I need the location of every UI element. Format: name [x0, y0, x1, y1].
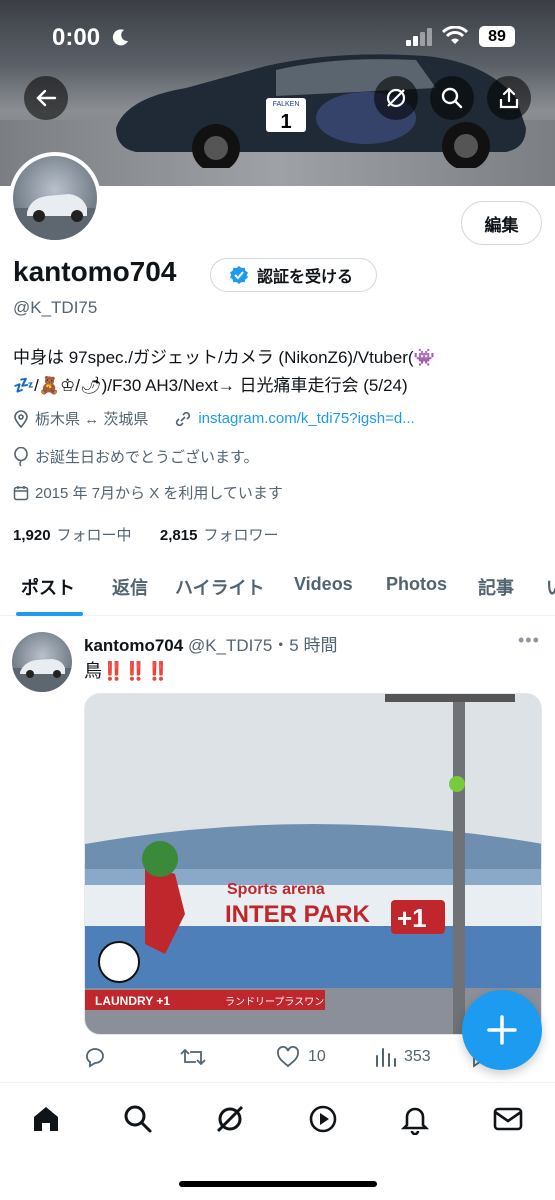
search-button[interactable]: [430, 76, 474, 120]
svg-text:FALKEN: FALKEN: [273, 101, 300, 108]
svg-text:1: 1: [280, 111, 291, 133]
tab-highlights[interactable]: ハイライト: [175, 574, 265, 600]
svg-text:+1: +1: [397, 903, 427, 933]
svg-text:Sports arena: Sports arena: [227, 881, 325, 898]
home-icon[interactable]: [30, 1103, 62, 1135]
repost-icon: [180, 1048, 206, 1066]
compose-icon: [487, 1015, 517, 1045]
get-verified-button[interactable]: 認証を受ける: [210, 258, 377, 292]
like-icon: [277, 1046, 299, 1068]
post-photo: LAUNDRY +1 ランドリープラスワン Sports arena INTER…: [85, 694, 541, 1034]
views-button[interactable]: 353: [374, 1046, 431, 1068]
svg-text:LAUNDRY +1: LAUNDRY +1: [95, 994, 170, 1008]
birthday-text: お誕生日おめでとうございます。: [35, 449, 259, 466]
back-arrow-icon: [36, 89, 57, 107]
svg-text:INTER PARK: INTER PARK: [225, 901, 371, 928]
battery-level: 89: [479, 26, 515, 47]
display-name: kantomo704: [13, 256, 177, 287]
post-avatar-car-image: [12, 659, 72, 692]
status-bar: 0:00 89: [0, 0, 555, 72]
messages-icon[interactable]: [492, 1103, 524, 1135]
share-button[interactable]: [487, 76, 531, 120]
post-more-button[interactable]: •••: [518, 630, 540, 651]
reply-button[interactable]: [84, 1046, 108, 1068]
link-icon: [176, 411, 191, 426]
follow-counts: 1,920 フォロー中 2,815 フォロワー: [13, 524, 278, 545]
home-indicator: [179, 1181, 377, 1187]
tab-articles[interactable]: 記事: [478, 574, 514, 600]
bio-line-1: 中身は 97spec./ガジェット/カメラ (NikonZ6)/Vtuber(👾: [13, 348, 435, 367]
cellular-signal-icon: [406, 28, 432, 46]
profile-meta-joined: 2015 年 7月から X を利用しています: [13, 482, 283, 503]
bio-line-2: 💤/🧸♔/🌶)/F30 AH3/Next→ 日光痛車走行会 (5/24): [13, 376, 408, 395]
post-meta: @K_TDI75・5 時間: [187, 636, 338, 655]
post-image[interactable]: LAUNDRY +1 ランドリープラスワン Sports arena INTER…: [84, 693, 542, 1035]
share-icon: [499, 87, 519, 109]
repost-button[interactable]: [180, 1046, 206, 1068]
avatar-car-image: [13, 194, 97, 240]
tab-replies[interactable]: 返信: [112, 574, 148, 600]
verified-badge-icon: [230, 266, 248, 284]
following-link[interactable]: 1,920 フォロー中: [13, 527, 132, 544]
balloon-icon: [14, 446, 28, 466]
location-text: 栃木県 ↔ 茨城県: [35, 411, 149, 428]
tab-more[interactable]: い: [546, 574, 555, 600]
profile-meta-birthday: お誕生日おめでとうございます。: [13, 446, 259, 467]
grok-button[interactable]: [374, 76, 418, 120]
profile-meta-location-link: 栃木県 ↔ 茨城県 instagram.com/k_tdi75?igsh=d..…: [13, 408, 415, 429]
calendar-icon: [13, 485, 29, 500]
post-header: kantomo704 @K_TDI75・5 時間: [84, 631, 337, 656]
reply-icon: [86, 1048, 104, 1068]
post-text: 鳥‼️‼️‼️: [84, 661, 170, 681]
edit-profile-button[interactable]: 編集: [461, 201, 542, 245]
views-icon: [376, 1048, 396, 1067]
svg-text:ランドリープラスワン: ランドリープラスワン: [225, 996, 324, 1008]
post-author[interactable]: kantomo704: [84, 636, 183, 655]
tab-posts[interactable]: ポスト: [21, 574, 75, 600]
like-button[interactable]: 10: [276, 1046, 326, 1068]
location-icon: [14, 409, 28, 428]
profile-bio: 中身は 97spec./ガジェット/カメラ (NikonZ6)/Vtuber(👾…: [13, 344, 543, 400]
profile-avatar[interactable]: [9, 152, 101, 244]
wifi-icon: [442, 26, 468, 44]
profile-tabs: ポスト 返信 ハイライト Videos Photos 記事 い: [0, 560, 555, 616]
get-verified-label: 認証を受ける: [257, 269, 354, 286]
notifications-icon[interactable]: [399, 1103, 431, 1135]
grok-icon: [386, 88, 406, 108]
post-avatar[interactable]: [12, 632, 72, 692]
tab-photos[interactable]: Photos: [386, 574, 447, 595]
profile-link[interactable]: instagram.com/k_tdi75?igsh=d...: [198, 410, 414, 427]
joined-text: 2015 年 7月から X を利用しています: [35, 485, 283, 502]
like-count: 10: [308, 1048, 326, 1065]
search-icon: [441, 87, 463, 109]
tab-videos[interactable]: Videos: [294, 574, 353, 595]
back-button[interactable]: [24, 76, 68, 120]
explore-icon[interactable]: [122, 1103, 154, 1135]
active-tab-indicator: [16, 612, 83, 616]
video-icon[interactable]: [307, 1103, 339, 1135]
status-time: 0:00: [52, 24, 101, 51]
profile-handle: @K_TDI75: [13, 298, 98, 317]
compose-button[interactable]: [462, 990, 542, 1070]
view-count: 353: [404, 1048, 431, 1065]
grok-nav-icon[interactable]: [214, 1103, 246, 1135]
moon-icon: [112, 29, 128, 46]
followers-link[interactable]: 2,815 フォロワー: [160, 527, 279, 544]
